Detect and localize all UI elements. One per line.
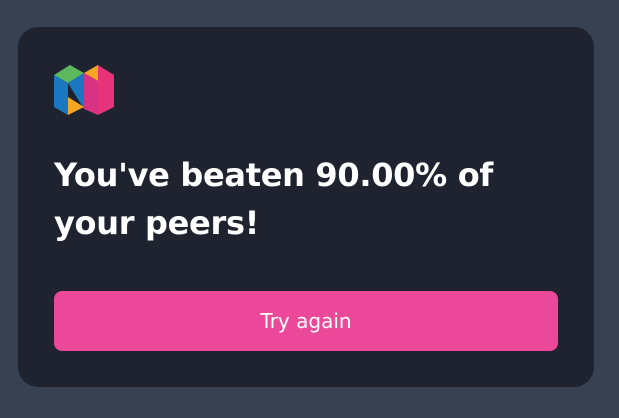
result-message: You've beaten 90.00% of your peers! bbox=[54, 156, 494, 242]
brand-logo-icon bbox=[54, 63, 114, 117]
try-again-button[interactable]: Try again bbox=[54, 291, 558, 351]
result-card: You've beaten 90.00% of your peers! Try … bbox=[18, 27, 594, 387]
